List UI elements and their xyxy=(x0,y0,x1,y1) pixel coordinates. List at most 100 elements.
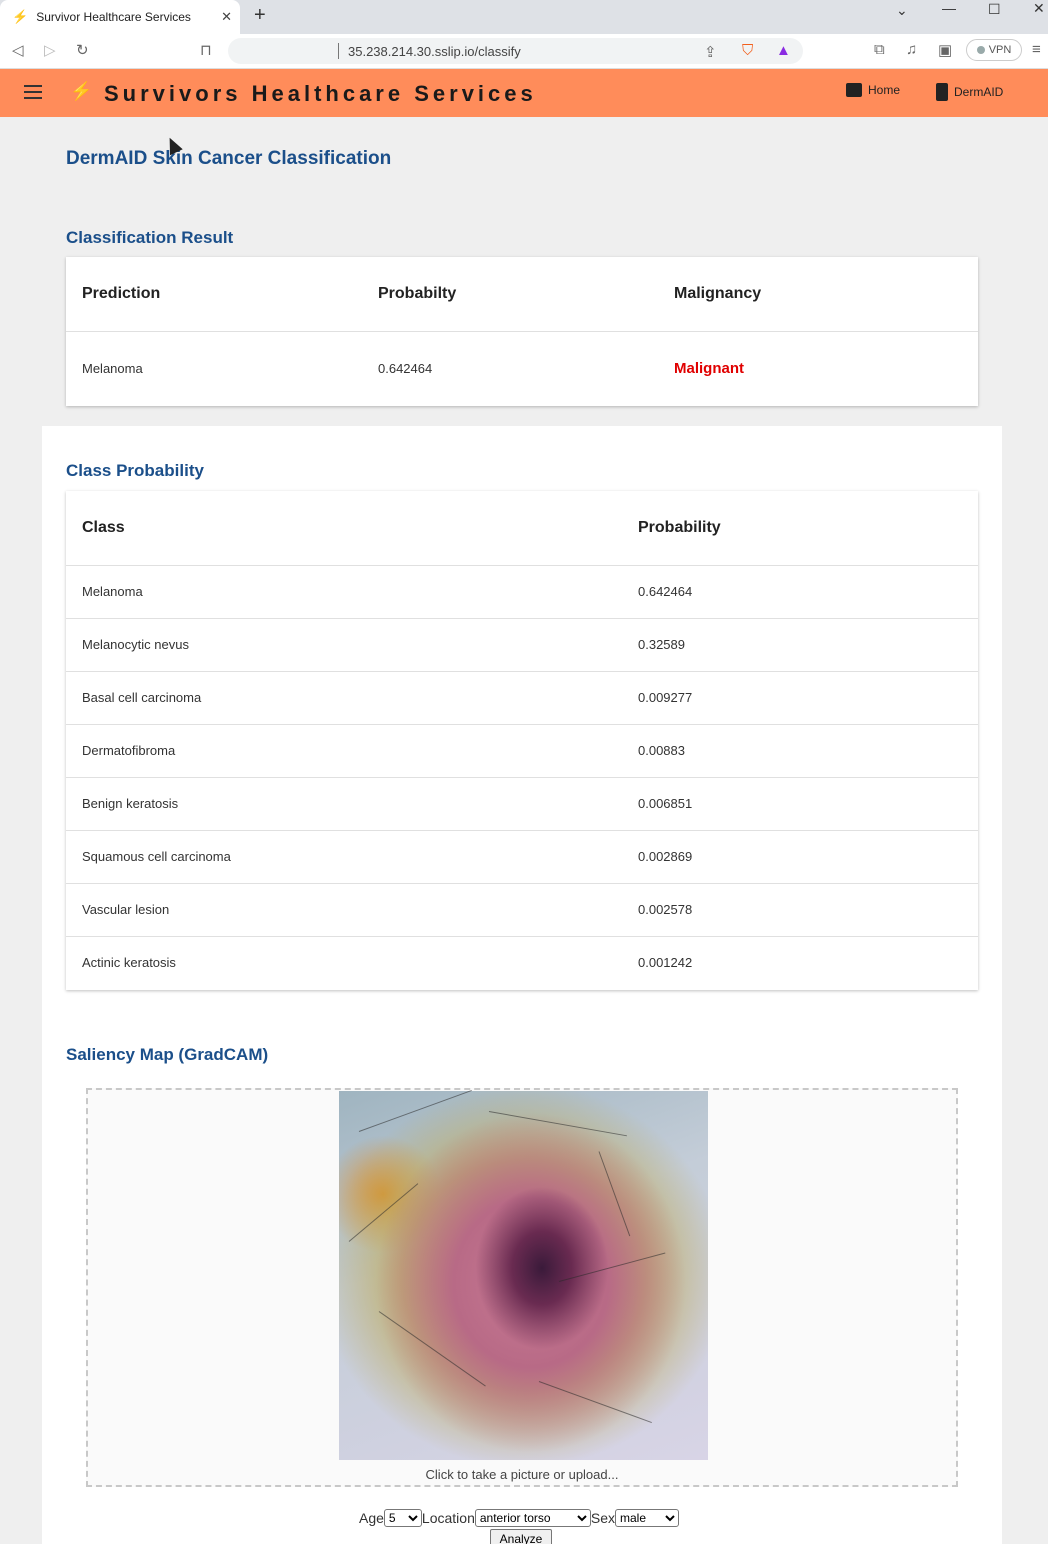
brave-rewards-icon[interactable]: ▲ xyxy=(776,42,791,59)
media-icon[interactable]: ♫ xyxy=(906,41,917,58)
class-probability: 0.642464 xyxy=(622,564,978,618)
class-probability-heading: Class Probability xyxy=(66,461,204,480)
table-row: Melanocytic nevus 0.32589 xyxy=(66,617,978,671)
malignancy-value: Malignant xyxy=(674,360,744,378)
class-probability: 0.009277 xyxy=(622,670,978,724)
maximize-icon[interactable]: ☐ xyxy=(988,1,1001,18)
class-probability-card: Class Probability Melanoma 0.642464 Melan… xyxy=(66,491,978,990)
prediction-header: Prediction xyxy=(82,284,161,302)
class-name: Basal cell carcinoma xyxy=(66,670,622,724)
analyze-button[interactable]: Analyze xyxy=(490,1529,552,1544)
class-name: Vascular lesion xyxy=(66,882,622,936)
class-probability: 0.32589 xyxy=(622,617,978,671)
location-select[interactable]: anterior torso xyxy=(474,1509,591,1527)
age-label: Age xyxy=(359,1510,384,1526)
browser-toolbar: ◁ ▷ ↻ ⊓ 35.238.214.30.sslip.io/classify … xyxy=(0,34,1048,69)
nav-dermaid-link[interactable]: DermAID xyxy=(936,83,1003,101)
class-name: Squamous cell carcinoma xyxy=(66,829,622,883)
tab-search-icon[interactable]: ⌄ xyxy=(896,2,908,19)
bookmark-icon[interactable]: ⊓ xyxy=(200,41,212,59)
brave-shield-icon[interactable]: ⛉ xyxy=(742,42,753,59)
class-probability-table: Class Probability Melanoma 0.642464 Melan… xyxy=(66,491,978,989)
table-row: Basal cell carcinoma 0.009277 xyxy=(66,670,978,724)
classification-result-heading: Classification Result xyxy=(66,228,234,247)
patient-form: Age 5 Location anterior torso Sex male xyxy=(359,1509,679,1527)
table-row: Dermatofibroma 0.00883 xyxy=(66,723,978,777)
browser-tab-bar: ⚡ Survivor Healthcare Services ✕ + ⌄ — ☐… xyxy=(0,0,1048,34)
table-header-row: Prediction Probabilty Malignancy xyxy=(66,257,978,331)
class-name: Melanocytic nevus xyxy=(66,617,622,671)
class-probability: 0.002578 xyxy=(622,882,978,936)
sidebar-icon[interactable]: ▣ xyxy=(938,41,952,59)
image-upload-dropzone[interactable]: Click to take a picture or upload... xyxy=(86,1088,958,1487)
nav-home-label: Home xyxy=(868,83,901,97)
table-row: Melanoma 0.642464 xyxy=(66,564,978,618)
classification-result-card: Prediction Probabilty Malignancy Melanom… xyxy=(66,257,978,406)
image-detail xyxy=(558,1252,666,1282)
saliency-map-heading: Saliency Map (GradCAM) xyxy=(66,1045,269,1064)
class-header: Class xyxy=(82,518,125,536)
class-probability: 0.00883 xyxy=(622,723,978,777)
probability-header: Probabilty xyxy=(378,284,457,302)
probability-value: 0.642464 xyxy=(362,330,658,406)
extensions-icon[interactable]: ⧉ xyxy=(874,41,885,58)
vpn-label: VPN xyxy=(988,44,1012,56)
table-row: Actinic keratosis 0.001242 xyxy=(66,935,978,989)
table-row: Benign keratosis 0.006851 xyxy=(66,776,978,830)
age-select[interactable]: 5 xyxy=(383,1509,422,1527)
prediction-value: Melanoma xyxy=(66,330,362,406)
class-name: Actinic keratosis xyxy=(66,935,622,989)
url-cursor xyxy=(338,43,339,59)
brand-title[interactable]: Survivors Healthcare Services xyxy=(104,81,537,107)
bolt-favicon-icon: ⚡ xyxy=(12,9,29,24)
image-detail xyxy=(378,1311,486,1387)
url-text[interactable]: 35.238.214.30.sslip.io/classify xyxy=(348,44,521,59)
close-tab-icon[interactable]: ✕ xyxy=(221,9,232,25)
malignancy-header: Malignancy xyxy=(674,284,762,302)
location-label: Location xyxy=(421,1510,475,1526)
image-detail xyxy=(598,1151,631,1237)
class-probability: 0.002869 xyxy=(622,829,978,883)
bolt-logo-icon: ⚡ xyxy=(70,81,93,101)
address-bar[interactable]: 35.238.214.30.sslip.io/classify ⇪ ⛉ ▲ xyxy=(228,38,803,64)
image-detail xyxy=(358,1089,472,1132)
phone-icon xyxy=(936,83,948,101)
minimize-icon[interactable]: — xyxy=(942,0,956,16)
close-window-icon[interactable]: ✕ xyxy=(1033,0,1045,17)
hamburger-menu-icon[interactable] xyxy=(24,85,42,99)
malignancy-cell: Malignant xyxy=(658,330,978,406)
image-detail xyxy=(488,1111,627,1137)
app-navbar: ⚡ Survivors Healthcare Services Home Der… xyxy=(0,69,1048,117)
image-detail xyxy=(538,1381,652,1424)
share-icon[interactable]: ⇪ xyxy=(704,43,717,61)
tab-title: Survivor Healthcare Services xyxy=(36,10,191,24)
table-row: Squamous cell carcinoma 0.002869 xyxy=(66,829,978,883)
nav-dermaid-label: DermAID xyxy=(954,85,1004,99)
forward-icon[interactable]: ▷ xyxy=(44,41,56,59)
class-probability: 0.006851 xyxy=(622,776,978,830)
new-tab-icon[interactable]: + xyxy=(254,4,266,27)
table-row: Vascular lesion 0.002578 xyxy=(66,882,978,936)
class-probability: 0.001242 xyxy=(622,935,978,989)
menu-icon[interactable]: ≡ xyxy=(1032,41,1041,58)
vpn-status-icon xyxy=(976,46,985,54)
back-icon[interactable]: ◁ xyxy=(12,41,24,59)
classification-result-table: Prediction Probabilty Malignancy Melanom… xyxy=(66,257,978,406)
sex-select[interactable]: male xyxy=(614,1509,679,1527)
page-title: DermAID Skin Cancer Classification xyxy=(66,148,392,169)
class-name: Benign keratosis xyxy=(66,776,622,830)
upload-caption: Click to take a picture or upload... xyxy=(425,1467,619,1482)
home-icon xyxy=(846,83,862,97)
image-detail xyxy=(348,1183,419,1242)
class-name: Dermatofibroma xyxy=(66,723,622,777)
probability-header: Probability xyxy=(638,518,721,536)
sex-label: Sex xyxy=(590,1510,615,1526)
table-header-row: Class Probability xyxy=(66,491,978,565)
nav-home-link[interactable]: Home xyxy=(846,83,900,97)
vpn-button[interactable]: VPN xyxy=(966,39,1022,61)
browser-tab[interactable]: ⚡ Survivor Healthcare Services ✕ xyxy=(0,0,240,34)
class-name: Melanoma xyxy=(66,564,622,618)
table-row: Melanoma 0.642464 Malignant xyxy=(66,330,978,406)
reload-icon[interactable]: ↻ xyxy=(76,41,89,59)
gradcam-saliency-image xyxy=(339,1089,708,1460)
